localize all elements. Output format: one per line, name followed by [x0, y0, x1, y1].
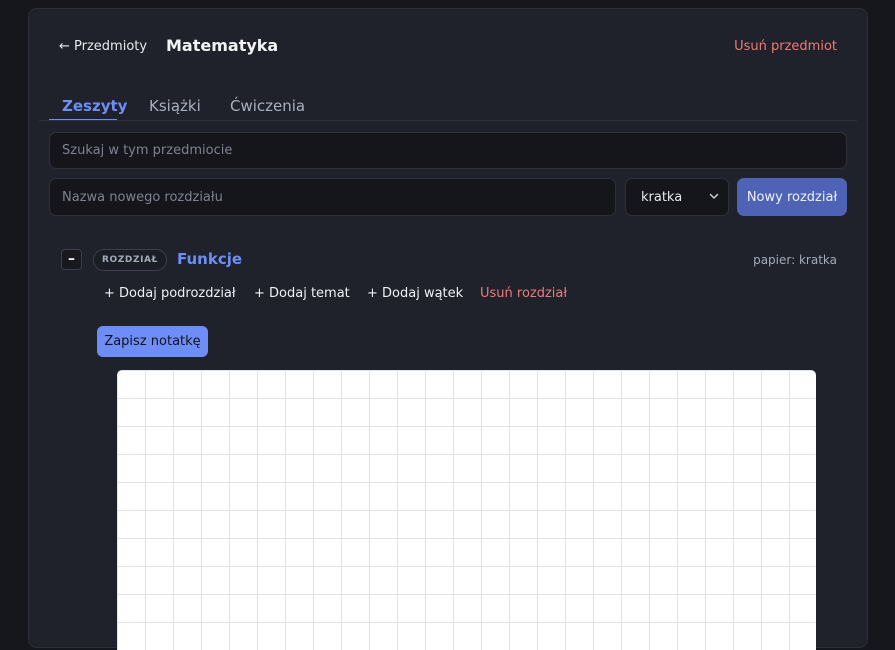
- tabs-divider: [39, 120, 857, 121]
- subject-panel: ← Przedmioty Matematyka Usuń przedmiot Z…: [28, 8, 868, 650]
- delete-subject-button[interactable]: Usuń przedmiot: [734, 39, 837, 54]
- chevron-down-icon: [709, 193, 719, 199]
- chapter-paper-label: papier: kratka: [753, 253, 837, 267]
- new-chapter-name-input[interactable]: [49, 178, 616, 216]
- add-topic-button[interactable]: + Dodaj temat: [254, 286, 350, 301]
- tab-notebooks[interactable]: Zeszyty: [49, 83, 127, 121]
- chapter-name[interactable]: Funkcje: [177, 250, 242, 268]
- save-note-button[interactable]: Zapisz notatkę: [97, 326, 208, 357]
- note-canvas-grid-paper[interactable]: [117, 370, 816, 650]
- paper-type-value: kratka: [641, 190, 683, 205]
- add-subchapter-button[interactable]: + Dodaj podrozdział: [104, 286, 236, 301]
- search-input[interactable]: [49, 132, 847, 169]
- chapter-badge: ROZDZIAŁ: [93, 249, 167, 271]
- collapse-chapter-button[interactable]: –: [61, 249, 82, 270]
- paper-type-select[interactable]: kratka: [625, 178, 729, 216]
- subject-header: ← Przedmioty Matematyka Usuń przedmiot: [59, 36, 837, 60]
- chapter-row: – ROZDZIAŁ Funkcje papier: kratka: [61, 249, 837, 271]
- delete-chapter-button[interactable]: Usuń rozdział: [480, 286, 567, 301]
- tab-books[interactable]: Książki: [149, 83, 201, 121]
- add-thread-button[interactable]: + Dodaj wątek: [367, 286, 463, 301]
- tab-exercises[interactable]: Ćwiczenia: [230, 83, 305, 121]
- subject-title: Matematyka: [166, 36, 279, 55]
- new-chapter-button[interactable]: Nowy rozdział: [737, 178, 847, 216]
- back-to-subjects-link[interactable]: ← Przedmioty: [59, 39, 147, 54]
